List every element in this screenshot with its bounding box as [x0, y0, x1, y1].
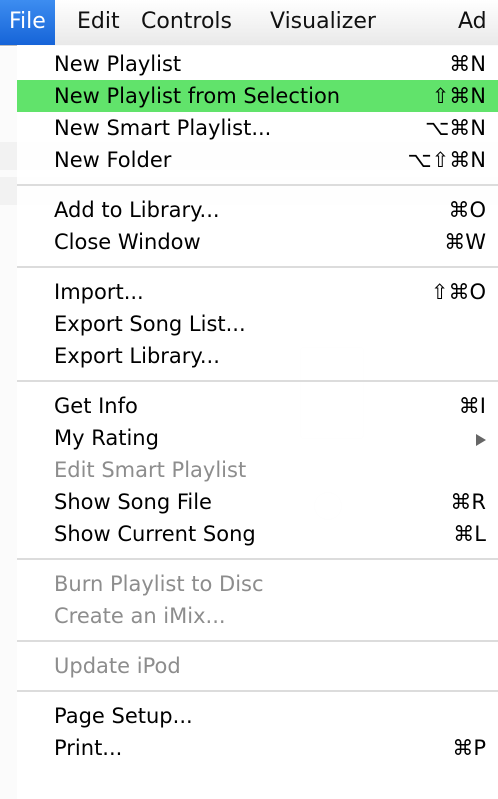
menu-item-label: Show Song File: [54, 490, 212, 514]
menu-item-update-ipod: Update iPod: [17, 650, 498, 682]
menu-item-create-an-imix: Create an iMix...: [17, 600, 498, 632]
menu-separator: [17, 184, 498, 186]
menu-item-shortcut: ⌘R: [450, 490, 486, 514]
menu-item-add-to-library[interactable]: Add to Library... ⌘O: [17, 194, 498, 226]
menu-item-new-playlist-from-selection[interactable]: New Playlist from Selection ⇧⌘N: [17, 80, 498, 112]
menu-item-label: Export Library...: [54, 344, 220, 368]
file-menu-dropdown: New Playlist ⌘N New Playlist from Selectio…: [17, 45, 498, 799]
menu-item-label: New Playlist from Selection: [54, 84, 341, 108]
menu-item-label: New Folder: [54, 148, 172, 172]
menu-item-page-setup[interactable]: Page Setup...: [17, 700, 498, 732]
menu-separator: [17, 690, 498, 692]
menu-bar: File Edit Controls Visualizer Ad: [0, 0, 498, 46]
menu-separator: [17, 558, 498, 560]
menu-item-new-smart-playlist[interactable]: New Smart Playlist... ⌥⌘N: [17, 112, 498, 144]
menu-item-label: Create an iMix...: [54, 604, 226, 628]
menu-item-label: Page Setup...: [54, 704, 193, 728]
menu-file[interactable]: File: [0, 0, 55, 45]
menu-item-import[interactable]: Import... ⇧⌘O: [17, 276, 498, 308]
menu-item-my-rating[interactable]: My Rating: [17, 422, 498, 454]
menu-item-burn-playlist-to-disc: Burn Playlist to Disc: [17, 568, 498, 600]
menu-item-label: Import...: [54, 280, 144, 304]
menu-item-shortcut: ⌘O: [448, 198, 486, 222]
menu-item-shortcut: ⌥⇧⌘N: [407, 148, 486, 172]
menu-visualizer[interactable]: Visualizer: [270, 0, 376, 45]
menu-item-show-song-file[interactable]: Show Song File ⌘R: [17, 486, 498, 518]
menu-item-shortcut: ⇧⌘O: [430, 280, 486, 304]
menu-separator: [17, 380, 498, 382]
menu-separator: [17, 640, 498, 642]
menu-separator: [17, 266, 498, 268]
menu-item-label: Get Info: [54, 394, 138, 418]
menu-item-close-window[interactable]: Close Window ⌘W: [17, 226, 498, 258]
menu-item-show-current-song[interactable]: Show Current Song ⌘L: [17, 518, 498, 550]
menu-item-label: New Playlist: [54, 52, 182, 76]
menu-item-label: Add to Library...: [54, 198, 220, 222]
menu-item-label: Update iPod: [54, 654, 181, 678]
menu-item-label: Edit Smart Playlist: [54, 458, 247, 482]
menu-item-shortcut: ⌘P: [452, 736, 486, 760]
menu-edit[interactable]: Edit: [77, 0, 120, 45]
menu-item-shortcut: ⌘I: [458, 394, 486, 418]
menu-controls[interactable]: Controls: [141, 0, 232, 45]
menu-item-shortcut: ⌘L: [453, 522, 486, 546]
menu-item-new-folder[interactable]: New Folder ⌥⇧⌘N: [17, 144, 498, 176]
menu-item-edit-smart-playlist: Edit Smart Playlist: [17, 454, 498, 486]
menu-item-export-library[interactable]: Export Library...: [17, 340, 498, 372]
menu-item-label: Print...: [54, 736, 123, 760]
menu-item-new-playlist[interactable]: New Playlist ⌘N: [17, 48, 498, 80]
menu-item-shortcut: ⇧⌘N: [431, 84, 486, 108]
menu-item-shortcut: ⌘W: [444, 230, 486, 254]
submenu-arrow-icon: [476, 434, 486, 446]
menu-item-shortcut: ⌘N: [449, 52, 486, 76]
menu-item-label: Export Song List...: [54, 312, 246, 336]
menu-item-label: Burn Playlist to Disc: [54, 572, 264, 596]
menu-item-shortcut: ⌥⌘N: [425, 116, 486, 140]
menu-item-label: My Rating: [54, 426, 159, 450]
menu-item-export-song-list[interactable]: Export Song List...: [17, 308, 498, 340]
menu-advanced[interactable]: Ad: [458, 0, 487, 45]
menu-item-label: Close Window: [54, 230, 201, 254]
menu-item-get-info[interactable]: Get Info ⌘I: [17, 390, 498, 422]
menu-item-print[interactable]: Print... ⌘P: [17, 732, 498, 764]
menu-item-label: Show Current Song: [54, 522, 256, 546]
menu-item-label: New Smart Playlist...: [54, 116, 272, 140]
